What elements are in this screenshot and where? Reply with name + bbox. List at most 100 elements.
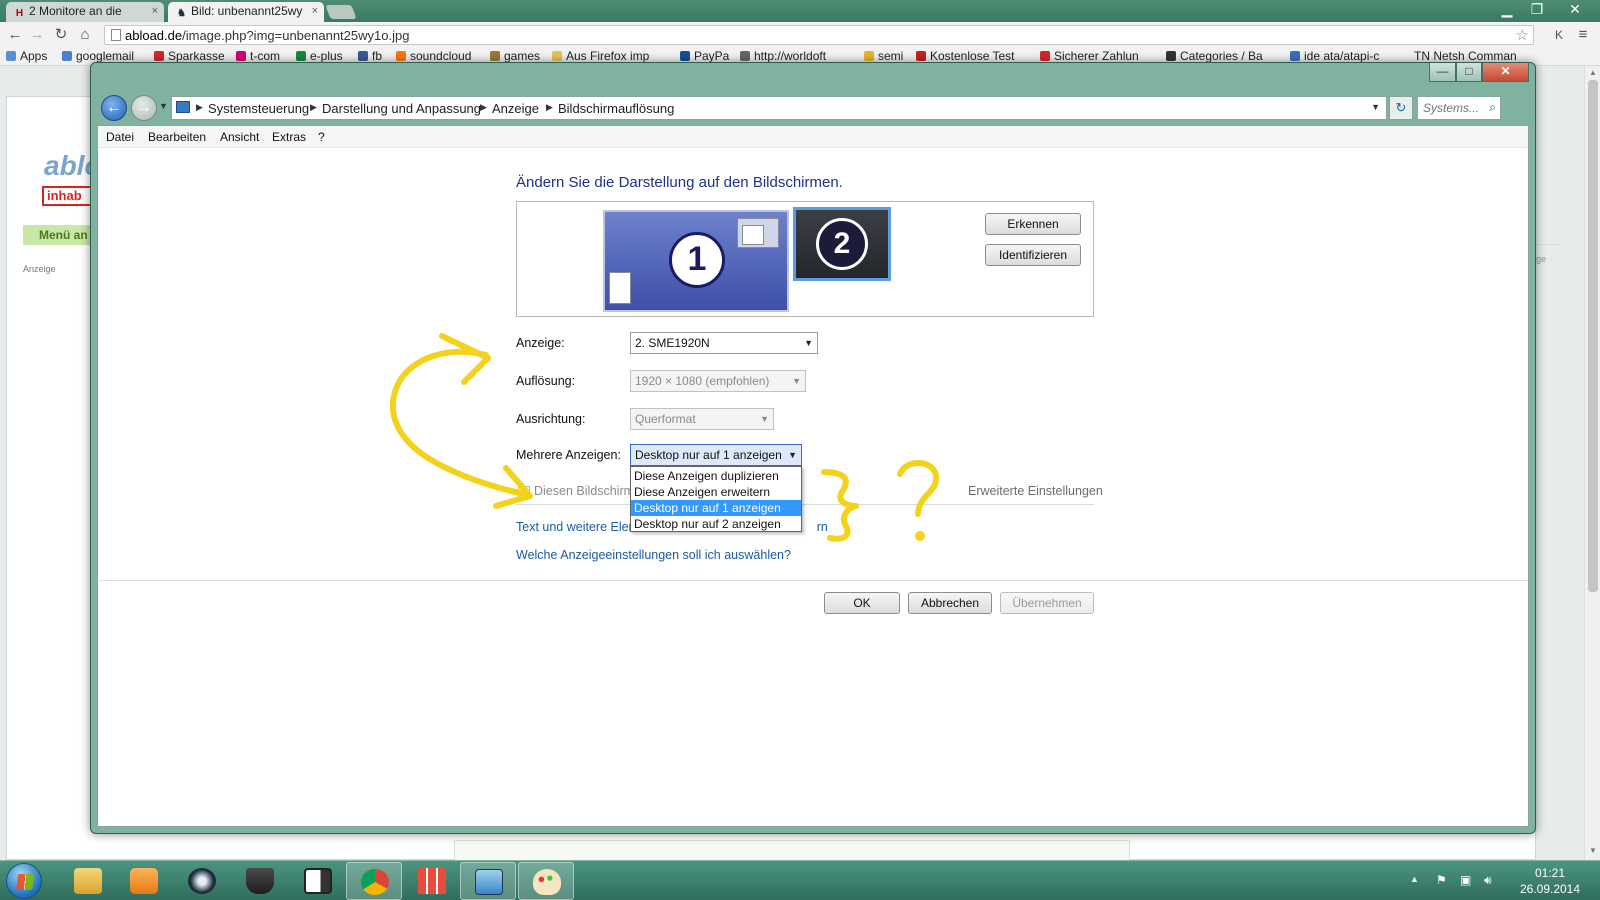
bookmark-googlemail[interactable]: googlemail: [62, 49, 134, 63]
bookmark-soundcloud[interactable]: soundcloud: [396, 49, 471, 63]
bookmark-star-icon[interactable]: ☆: [1516, 26, 1529, 44]
resolution-select[interactable]: 1920 × 1080 (empfohlen) ▼: [630, 370, 806, 392]
advanced-settings-link[interactable]: Erweiterte Einstellungen: [968, 484, 1103, 498]
tray-expand-icon[interactable]: ▲: [1410, 874, 1419, 884]
recent-pages-icon[interactable]: ▼: [159, 101, 168, 111]
bookmark-ide-ata[interactable]: ide ata/atapi-c: [1290, 49, 1379, 63]
bookmark-netsh[interactable]: TN Netsh Comman: [1414, 49, 1517, 63]
search-box[interactable]: ⌕: [1417, 96, 1501, 120]
browser-back-icon[interactable]: ←: [6, 26, 24, 44]
chrome-menu-icon[interactable]: ≡: [1574, 26, 1592, 44]
taskbar-paint[interactable]: [518, 862, 574, 900]
network-icon[interactable]: ▣: [1460, 873, 1471, 887]
option-extend[interactable]: Diese Anzeigen erweitern: [631, 484, 801, 500]
breadcrumb-darstellung[interactable]: Darstellung und Anpassung: [322, 101, 481, 116]
which-settings-link[interactable]: Welche Anzeigeeinstellungen soll ich aus…: [516, 548, 791, 562]
option-only-2[interactable]: Desktop nur auf 2 anzeigen: [631, 516, 801, 532]
close-tab-icon[interactable]: ×: [152, 2, 158, 21]
scrollbar-thumb[interactable]: [1588, 80, 1598, 592]
explorer-back-icon[interactable]: ←: [101, 95, 127, 121]
bookmark-kostenlose[interactable]: Kostenlose Test: [916, 49, 1015, 63]
close-tab-icon[interactable]: ×: [312, 2, 318, 21]
bookmark-tcom[interactable]: t-com: [236, 49, 280, 63]
breadcrumb-anzeige[interactable]: Anzeige: [492, 101, 539, 116]
new-tab-button[interactable]: [325, 5, 357, 19]
bookmark-eplus[interactable]: e-plus: [296, 49, 343, 63]
action-center-flag-icon[interactable]: ⚑: [1436, 873, 1447, 887]
paint-palette-icon: [533, 869, 561, 895]
chevron-right-icon[interactable]: ▶: [310, 102, 317, 113]
browser-tab-monitore[interactable]: H 2 Monitore an die ×: [6, 2, 164, 22]
chevron-down-icon[interactable]: ▼: [1371, 102, 1380, 112]
window-close-icon[interactable]: ✕: [1482, 63, 1529, 82]
monitor-1-number: 1: [669, 232, 725, 288]
browser-close-icon[interactable]: ✕: [1560, 0, 1590, 20]
taskbar-clock[interactable]: 01:21 26.09.2014: [1510, 865, 1590, 897]
taskbar-steam[interactable]: [174, 862, 230, 900]
monitor-1[interactable]: 1: [603, 210, 789, 312]
bookmark-firefox-import[interactable]: Aus Firefox imp: [552, 49, 649, 63]
window-maximize-icon[interactable]: □: [1456, 63, 1482, 82]
window-minimize-icon[interactable]: —: [1429, 63, 1456, 82]
refresh-icon[interactable]: ↻: [1389, 96, 1413, 120]
search-icon[interactable]: ⌕: [1489, 100, 1496, 115]
bookmark-sparkasse[interactable]: Sparkasse: [154, 49, 225, 63]
browser-restore-icon[interactable]: ❐: [1522, 0, 1552, 20]
extension-icon[interactable]: K: [1550, 26, 1568, 44]
bookmark-semi[interactable]: semi: [864, 49, 903, 63]
grid-icon: [418, 868, 446, 894]
monitor-arrangement: 1 2 Erkennen Identifizieren: [516, 201, 1094, 317]
chevron-right-icon[interactable]: ▶: [480, 102, 487, 113]
bookmark-fb[interactable]: fb: [358, 49, 382, 63]
monitor-2[interactable]: 2: [793, 207, 891, 281]
option-only-1[interactable]: Desktop nur auf 1 anzeigen: [631, 500, 801, 516]
detect-button[interactable]: Erkennen: [985, 213, 1081, 235]
bookmark-paypal[interactable]: PayPa: [680, 49, 729, 63]
taskbar-apps-grid[interactable]: [404, 862, 460, 900]
chevron-right-icon[interactable]: ▶: [546, 102, 553, 113]
taskbar-window-switch[interactable]: [290, 862, 346, 900]
browser-reload-icon[interactable]: ↻: [52, 26, 70, 44]
start-button[interactable]: [6, 863, 42, 899]
scroll-down-icon[interactable]: ▼: [1585, 846, 1600, 855]
scroll-up-icon[interactable]: ▲: [1585, 68, 1600, 77]
bookmark-sicherer[interactable]: Sicherer Zahlun: [1040, 49, 1139, 63]
volume-icon[interactable]: 🔊︎: [1484, 873, 1492, 888]
apply-button[interactable]: Übernehmen: [1000, 592, 1094, 614]
chevron-right-icon[interactable]: ▶: [196, 102, 203, 113]
explorer-forward-icon[interactable]: →: [131, 95, 157, 121]
breadcrumb[interactable]: ▶ Systemsteuerung ▶ Darstellung und Anpa…: [171, 96, 1387, 120]
browser-home-icon[interactable]: ⌂: [76, 26, 94, 44]
browser-minimize-icon[interactable]: ▁: [1492, 0, 1522, 20]
bookmark-worldoft[interactable]: http://worldoft: [740, 49, 826, 63]
identify-button[interactable]: Identifizieren: [985, 244, 1081, 266]
orientation-select[interactable]: Querformat ▼: [630, 408, 774, 430]
bookmark-categories[interactable]: Categories / Ba: [1166, 49, 1263, 63]
display-select[interactable]: 2. SME1920N ▼: [630, 332, 818, 354]
search-input[interactable]: [1423, 100, 1483, 116]
browser-forward-icon[interactable]: →: [28, 26, 46, 44]
address-bar[interactable]: abload.de/image.php?img=unbenannt25wy1o.…: [104, 25, 1534, 45]
bookmark-games[interactable]: games: [490, 49, 540, 63]
taskbar-game[interactable]: [232, 862, 288, 900]
menu-ansicht[interactable]: Ansicht: [220, 130, 259, 144]
ok-button[interactable]: OK: [824, 592, 900, 614]
menu-datei[interactable]: Datei: [106, 130, 134, 144]
menu-bearbeiten[interactable]: Bearbeiten: [148, 130, 206, 144]
multi-display-select[interactable]: Desktop nur auf 1 anzeigen ▼: [630, 444, 802, 466]
breadcrumb-bildschirmaufloesung[interactable]: Bildschirmauflösung: [558, 101, 674, 116]
bookmark-apps[interactable]: Apps: [6, 49, 47, 63]
option-duplicate[interactable]: Diese Anzeigen duplizieren: [631, 468, 801, 484]
menu-extras[interactable]: Extras: [272, 130, 306, 144]
page-scrollbar[interactable]: ▲ ▼: [1584, 66, 1600, 860]
taskbar-media-player[interactable]: [116, 862, 172, 900]
cancel-button[interactable]: Abbrechen: [908, 592, 992, 614]
taskbar-explorer[interactable]: [60, 862, 116, 900]
browser-tab-bild[interactable]: ♞ Bild: unbenannt25wy ×: [168, 2, 324, 22]
breadcrumb-systemsteuerung[interactable]: Systemsteuerung: [208, 101, 309, 116]
taskbar-control-panel[interactable]: [460, 862, 516, 900]
menu-help[interactable]: ?: [318, 130, 325, 144]
taskbar-chrome[interactable]: [346, 862, 402, 900]
this-display-checkbox[interactable]: [518, 486, 530, 498]
abload-menu-button[interactable]: Menü an: [23, 225, 93, 245]
